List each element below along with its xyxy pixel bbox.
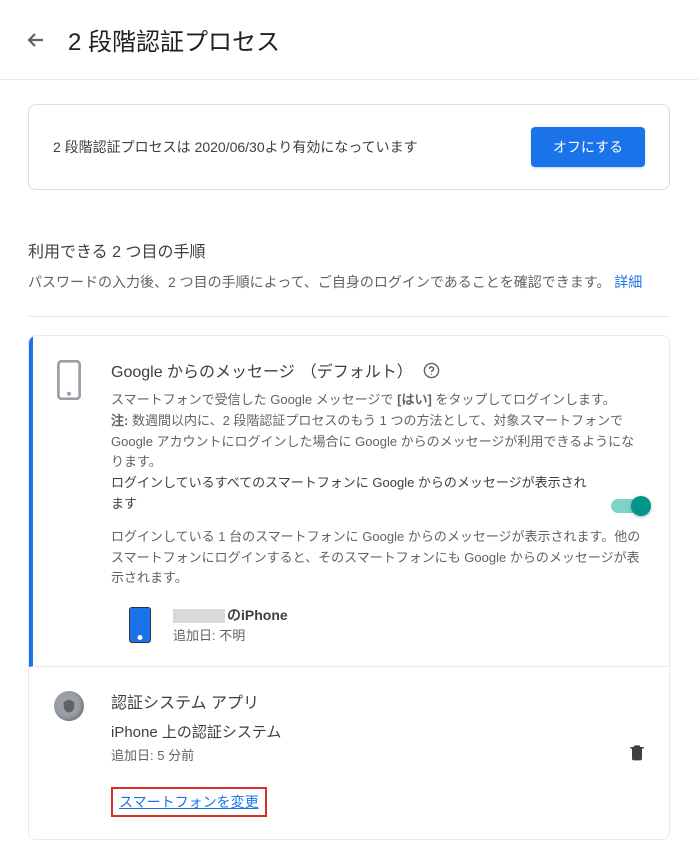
prompts-yes-label: [はい]	[397, 392, 432, 407]
page-title: 2 段階認証プロセス	[68, 22, 280, 57]
prompts-title: Google からのメッセージ （デフォルト）	[111, 358, 647, 382]
section-description: パスワードの入力後、2 つ目の手順によって、ご自身のログインであることを確認でき…	[28, 272, 670, 292]
phone-icon	[51, 360, 87, 396]
prompts-desc-b: をタップしてログインします。	[432, 392, 616, 407]
prompts-desc2: ログインしている 1 台のスマートフォンに Google からのメッセージが表示…	[111, 527, 647, 589]
delete-icon[interactable]	[627, 741, 647, 766]
google-prompts-method: Google からのメッセージ （デフォルト） スマートフォンで受信した Goo…	[29, 336, 669, 667]
status-card: 2 段階認証プロセスは 2020/06/30より有効になっています オフにする	[28, 104, 670, 190]
section-desc-text: パスワードの入力後、2 つ目の手順によって、ご自身のログインであることを確認でき…	[28, 274, 610, 290]
help-icon[interactable]	[423, 362, 440, 379]
authenticator-added: 追加日: 5 分前	[111, 746, 619, 767]
detail-link[interactable]: 詳細	[614, 274, 642, 290]
authenticator-icon	[51, 691, 87, 727]
note-label: 注:	[111, 413, 128, 428]
redacted-block	[173, 609, 225, 623]
divider	[28, 316, 670, 317]
back-arrow-icon[interactable]	[24, 28, 48, 52]
authenticator-method: 認証システム アプリ iPhone 上の認証システム 追加日: 5 分前 スマー…	[29, 667, 669, 839]
status-text: 2 段階認証プロセスは 2020/06/30より有効になっています	[53, 137, 418, 157]
device-added-date: 追加日: 不明	[173, 625, 647, 644]
prompts-description: スマートフォンで受信した Google メッセージで [はい] をタップしてログ…	[111, 390, 647, 473]
note-text: 数週間以内に、2 段階認証プロセスのもう 1 つの方法として、対象スマートフォン…	[111, 413, 634, 470]
prompts-default-label: （デフォルト）	[301, 358, 413, 382]
device-name: のiPhone	[173, 605, 647, 625]
device-row: のiPhone 追加日: 不明	[111, 605, 647, 644]
prompts-toggle[interactable]	[611, 499, 647, 513]
turn-off-button[interactable]: オフにする	[531, 127, 645, 167]
prompts-title-text: Google からのメッセージ	[111, 358, 295, 382]
change-phone-link[interactable]: スマートフォンを変更	[111, 787, 267, 817]
authenticator-subtitle: iPhone 上の認証システム	[111, 721, 619, 742]
device-thumbnail-icon	[129, 607, 151, 643]
prompts-desc-a: スマートフォンで受信した Google メッセージで	[111, 392, 397, 407]
section-title: 利用できる 2 つ目の手順	[28, 238, 670, 262]
prompts-bold-line: ログインしているすべてのスマートフォンに Google からのメッセージが表示さ…	[111, 473, 597, 515]
authenticator-title: 認証システム アプリ	[111, 689, 619, 713]
device-name-suffix: のiPhone	[227, 607, 288, 623]
